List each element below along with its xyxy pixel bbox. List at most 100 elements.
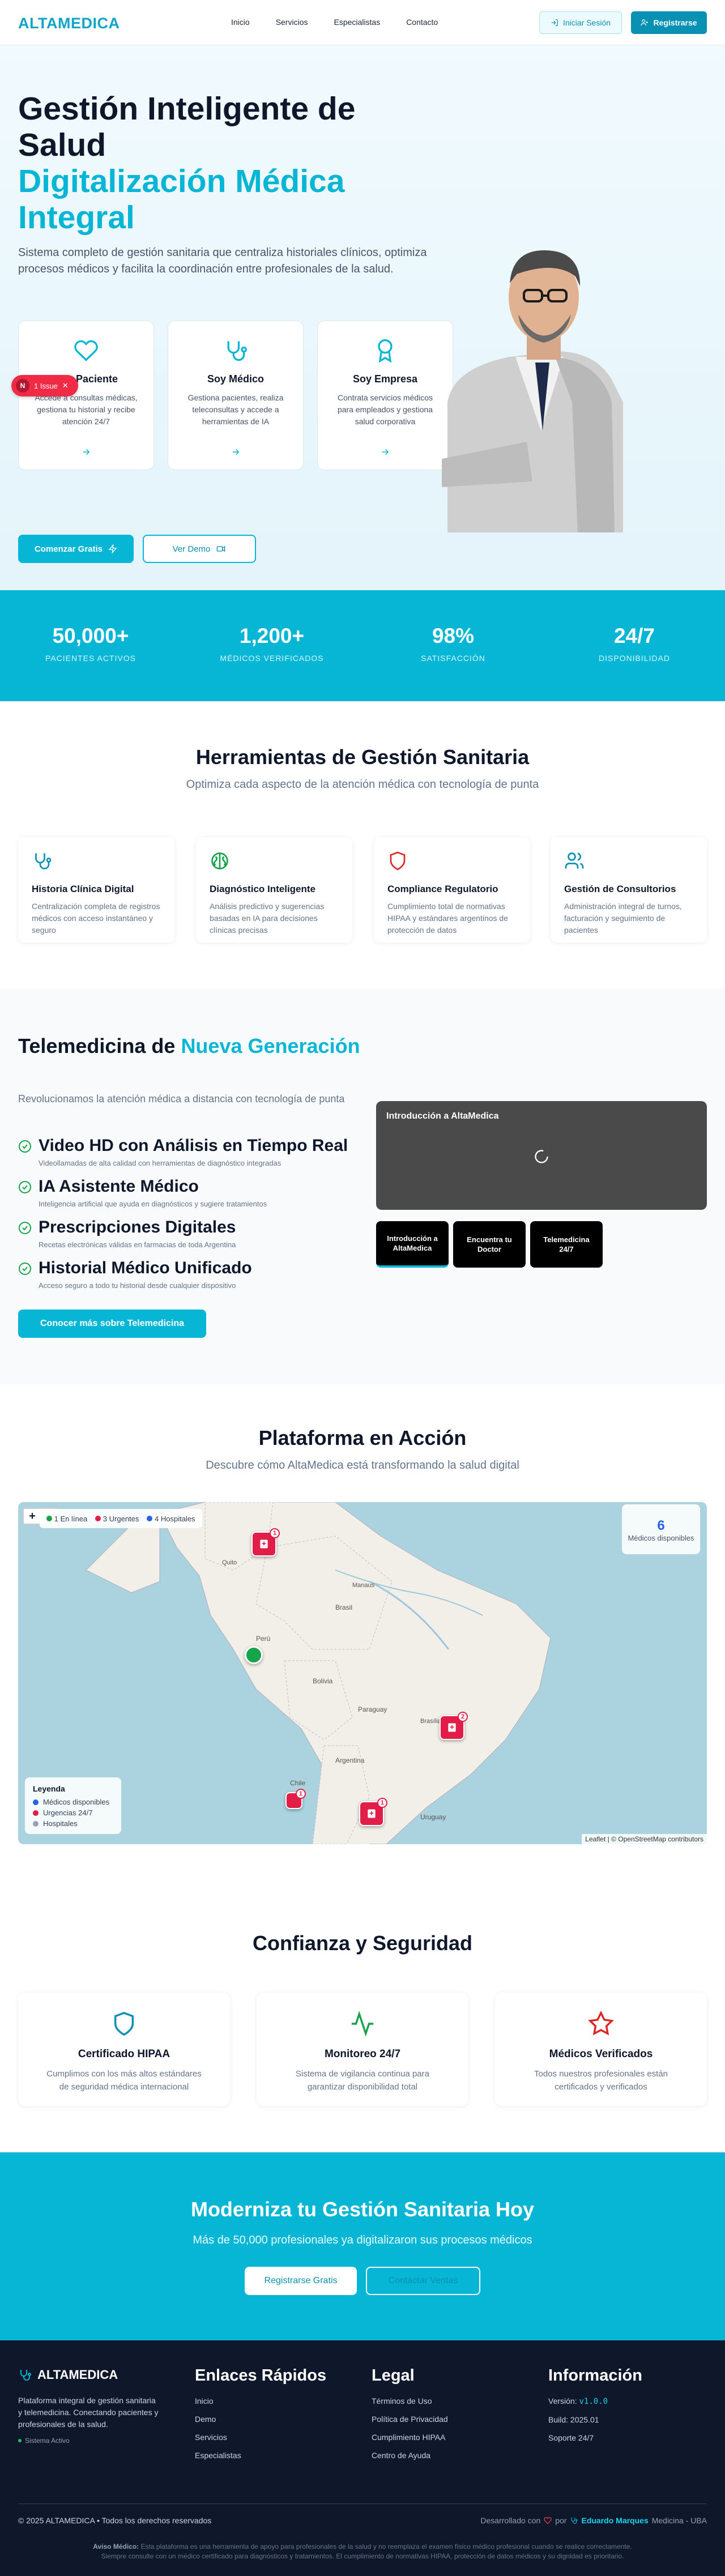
video-tab-telemedicine[interactable]: Telemedicina 24/7 xyxy=(530,1221,603,1268)
tool-card-desc: Cumplimiento total de normativas HIPAA y… xyxy=(387,902,508,935)
footer-link[interactable]: Especialistas xyxy=(195,2451,326,2460)
footer-col-title: Enlaces Rápidos xyxy=(195,2366,327,2385)
users-icon xyxy=(564,851,587,873)
footer-link[interactable]: Términos de Uso xyxy=(372,2396,448,2406)
map-status-bar: 1 En línea 3 Urgentes 4 Hospitales xyxy=(40,1509,202,1528)
footer-link[interactable]: Inicio xyxy=(195,2396,326,2406)
stat-label: SATISFACCIÓN xyxy=(421,654,485,663)
issue-badge-label: 1 Issue xyxy=(34,381,58,390)
footer-author[interactable]: Eduardo Marques xyxy=(581,2516,648,2525)
svg-text:Argentina: Argentina xyxy=(335,1756,365,1764)
hospital-icon xyxy=(446,1722,458,1733)
trust-card-title: Certificado HIPAA xyxy=(78,2048,170,2060)
role-card-desc: Accede a consultas médicas, gestiona tu … xyxy=(35,393,138,426)
role-card-company[interactable]: Soy Empresa Contrata servicios médicos p… xyxy=(317,321,453,470)
tool-card-office[interactable]: Gestión de Consultorios Administración i… xyxy=(551,837,707,942)
footer-link[interactable]: Demo xyxy=(195,2415,326,2424)
register-button[interactable]: Registrarse xyxy=(631,11,707,34)
tool-card-diagnosis[interactable]: Diagnóstico Inteligente Análisis predict… xyxy=(196,837,352,942)
hero-title: Gestión Inteligente de Salud Digitalizac… xyxy=(18,91,426,236)
login-icon xyxy=(551,19,558,27)
footer-link[interactable]: Política de Privacidad xyxy=(372,2415,448,2424)
svg-text:Manaus: Manaus xyxy=(352,1582,375,1589)
urgent-pin[interactable]: 2 xyxy=(440,1712,468,1740)
tool-card-desc: Análisis predictivo y sugerencias basada… xyxy=(210,902,325,935)
zoom-in-button[interactable]: + xyxy=(24,1509,41,1524)
doctors-available-label: Médicos disponibles xyxy=(628,1534,694,1542)
footer-logo[interactable]: ALTAMEDICA xyxy=(18,2368,118,2382)
register-free-button[interactable]: Registrarse Gratis xyxy=(245,2267,357,2295)
issue-badge[interactable]: N 1 Issue ✕ xyxy=(11,375,78,396)
star-icon xyxy=(588,2011,614,2037)
footer-link[interactable]: Centro de Ayuda xyxy=(372,2451,448,2460)
contact-sales-button[interactable]: Contactar Ventas xyxy=(366,2267,480,2295)
tool-card-title: Diagnóstico Inteligente xyxy=(210,884,316,894)
doctor-available-pin[interactable] xyxy=(245,1646,263,1664)
urgent-pin[interactable]: 1 xyxy=(251,1528,280,1556)
start-free-button[interactable]: Comenzar Gratis xyxy=(18,535,134,563)
platform-map[interactable]: Brasil Perú Bolivia Paraguay Argentina C… xyxy=(18,1502,707,1844)
video-title: Introducción a AltaMedica xyxy=(386,1111,499,1121)
stat-value: 24/7 xyxy=(613,624,655,647)
logo[interactable]: ALTAMEDICA xyxy=(18,15,120,32)
feature-desc: Inteligencia artificial que ayuda en dia… xyxy=(39,1200,267,1208)
status-hospitals: 4 Hospitales xyxy=(147,1515,195,1523)
svg-text:Uruguay: Uruguay xyxy=(420,1813,446,1821)
arrow-right-icon xyxy=(318,447,453,457)
award-icon xyxy=(373,338,398,363)
pin-count: 1 xyxy=(270,1528,280,1538)
loading-spinner-icon xyxy=(534,1149,549,1165)
view-demo-button[interactable]: Ver Demo xyxy=(143,535,256,563)
legend-item-urgent: Urgencias 24/7 xyxy=(33,1809,113,1817)
stethoscope-icon xyxy=(223,338,248,363)
nav-link-especialistas[interactable]: Especialistas xyxy=(334,18,380,27)
top-navbar: ALTAMEDICA Inicio Servicios Especialista… xyxy=(0,0,725,45)
nav-link-inicio[interactable]: Inicio xyxy=(231,18,250,27)
footer-link[interactable]: Cumplimiento HIPAA xyxy=(372,2433,448,2442)
trust-title: Confianza y Seguridad xyxy=(252,1931,473,1955)
telemedicine-subtitle: Revolucionamos la atención médica a dist… xyxy=(18,1093,345,1104)
map-legend: Leyenda Médicos disponibles Urgencias 24… xyxy=(25,1777,121,1834)
svg-text:Brasília: Brasília xyxy=(420,1718,442,1725)
login-button[interactable]: Iniciar Sesión xyxy=(539,11,622,34)
urgent-pin[interactable]: 1 xyxy=(359,1798,387,1826)
stat-label: MÉDICOS VERIFICADOS xyxy=(220,654,324,663)
video-player[interactable]: Introducción a AltaMedica xyxy=(376,1101,707,1210)
nav-links: Inicio Servicios Especialistas Contacto xyxy=(231,18,438,27)
trust-card-title: Médicos Verificados xyxy=(549,2048,653,2060)
heart-icon xyxy=(544,2517,552,2524)
tools-title: Herramientas de Gestión Sanitaria xyxy=(195,745,530,769)
role-card-title: Soy Empresa xyxy=(352,373,418,385)
status-online: 1 En línea xyxy=(46,1515,87,1523)
video-tab-find-doctor[interactable]: Encuentra tu Doctor xyxy=(453,1221,526,1268)
feature-desc: Acceso seguro a todo tu historial desde … xyxy=(39,1281,236,1290)
footer-link[interactable]: Servicios xyxy=(195,2433,326,2442)
urgent-pin[interactable]: 1 xyxy=(285,1789,306,1809)
telemedicine-more-button[interactable]: Conocer más sobre Telemedicina xyxy=(18,1310,206,1338)
nav-link-servicios[interactable]: Servicios xyxy=(276,18,308,27)
arrow-right-icon xyxy=(19,447,153,457)
pin-count: 1 xyxy=(377,1798,387,1808)
pin-count: 1 xyxy=(296,1789,306,1799)
footer-col-title: Información xyxy=(548,2366,642,2385)
stethoscope-icon xyxy=(570,2517,578,2524)
map-attribution[interactable]: Leaflet | © OpenStreetMap contributors xyxy=(582,1834,707,1844)
footer-support: Soporte 24/7 xyxy=(548,2433,594,2442)
tool-card-clinical-record[interactable]: Historia Clínica Digital Centralización … xyxy=(18,837,174,942)
role-card-doctor[interactable]: Soy Médico Gestiona pacientes, realiza t… xyxy=(168,321,304,470)
tool-card-compliance[interactable]: Compliance Regulatorio Cumplimiento tota… xyxy=(374,837,530,942)
issue-badge-logo: N xyxy=(16,379,29,393)
telemedicine-title: Telemedicina de Nueva Generación xyxy=(18,1034,369,1058)
stat-patients: 50,000+ PACIENTES ACTIVOS xyxy=(0,590,181,701)
activity-icon xyxy=(349,2011,376,2037)
feature-title: Video HD con Análisis en Tiempo Real xyxy=(39,1136,348,1155)
nav-link-contacto[interactable]: Contacto xyxy=(406,18,438,27)
trust-card-monitoring: Monitoreo 24/7 Sistema de vigilancia con… xyxy=(257,1993,468,2106)
stat-label: DISPONIBILIDAD xyxy=(598,654,671,663)
close-icon[interactable]: ✕ xyxy=(62,381,69,390)
video-tab-intro[interactable]: Introducción a AltaMedica xyxy=(376,1221,449,1268)
status-urgent: 3 Urgentes xyxy=(95,1515,139,1523)
check-circle-icon xyxy=(18,1140,32,1153)
svg-text:Brasil: Brasil xyxy=(335,1603,352,1611)
trust-card-verified: Médicos Verificados Todos nuestros profe… xyxy=(495,1993,707,2106)
